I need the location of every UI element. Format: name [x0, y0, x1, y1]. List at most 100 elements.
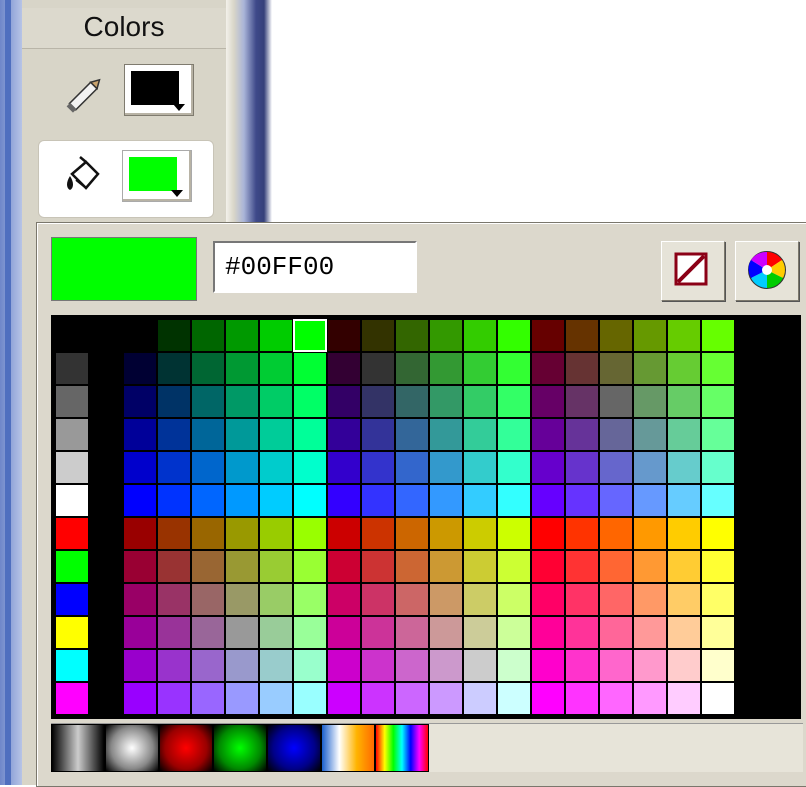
- palette-cell[interactable]: [633, 451, 667, 484]
- palette-cell[interactable]: [667, 649, 701, 682]
- palette-cell[interactable]: [327, 682, 361, 715]
- gradient-swatch-white-radial[interactable]: [105, 724, 159, 772]
- palette-cell[interactable]: [157, 385, 191, 418]
- palette-cell[interactable]: [429, 649, 463, 682]
- palette-cell[interactable]: [157, 319, 191, 352]
- palette-cell[interactable]: [429, 682, 463, 715]
- palette-cell[interactable]: [395, 418, 429, 451]
- palette-cell[interactable]: [327, 583, 361, 616]
- palette-cell[interactable]: [259, 451, 293, 484]
- color-palette-grid[interactable]: [51, 315, 801, 719]
- palette-cell[interactable]: [599, 484, 633, 517]
- palette-cell[interactable]: [667, 484, 701, 517]
- palette-cell[interactable]: [191, 517, 225, 550]
- palette-cell[interactable]: [395, 451, 429, 484]
- palette-cell[interactable]: [157, 682, 191, 715]
- palette-cell[interactable]: [429, 583, 463, 616]
- palette-cell[interactable]: [327, 319, 361, 352]
- palette-cell[interactable]: [293, 484, 327, 517]
- palette-cell[interactable]: [667, 517, 701, 550]
- gradient-swatch-grey-radial[interactable]: [51, 724, 105, 772]
- palette-cell[interactable]: [293, 352, 327, 385]
- palette-cell[interactable]: [225, 682, 259, 715]
- palette-cell[interactable]: [259, 352, 293, 385]
- palette-cell[interactable]: [395, 616, 429, 649]
- palette-cell[interactable]: [123, 583, 157, 616]
- palette-cell[interactable]: [225, 319, 259, 352]
- palette-cell[interactable]: [599, 352, 633, 385]
- palette-cell[interactable]: [259, 385, 293, 418]
- palette-cell[interactable]: [463, 550, 497, 583]
- palette-cell[interactable]: [633, 550, 667, 583]
- palette-cell[interactable]: [259, 550, 293, 583]
- palette-cell[interactable]: [463, 451, 497, 484]
- palette-cell[interactable]: [395, 682, 429, 715]
- palette-cell[interactable]: [191, 550, 225, 583]
- palette-cell[interactable]: [293, 517, 327, 550]
- palette-cell[interactable]: [55, 550, 89, 583]
- palette-cell[interactable]: [55, 352, 89, 385]
- palette-cell[interactable]: [395, 517, 429, 550]
- palette-cell[interactable]: [327, 385, 361, 418]
- palette-cell[interactable]: [157, 418, 191, 451]
- paint-bucket-icon[interactable]: [62, 154, 106, 202]
- palette-cell[interactable]: [157, 484, 191, 517]
- palette-cell[interactable]: [463, 682, 497, 715]
- palette-cell[interactable]: [565, 451, 599, 484]
- palette-cell[interactable]: [395, 484, 429, 517]
- palette-cell[interactable]: [259, 583, 293, 616]
- palette-cell[interactable]: [293, 385, 327, 418]
- palette-cell[interactable]: [327, 517, 361, 550]
- palette-cell[interactable]: [633, 682, 667, 715]
- pencil-icon[interactable]: [60, 70, 110, 120]
- palette-cell[interactable]: [225, 616, 259, 649]
- palette-cell[interactable]: [531, 385, 565, 418]
- palette-cell[interactable]: [565, 550, 599, 583]
- palette-cell[interactable]: [429, 352, 463, 385]
- palette-cell[interactable]: [463, 649, 497, 682]
- palette-cell[interactable]: [667, 451, 701, 484]
- palette-cell[interactable]: [259, 418, 293, 451]
- palette-cell[interactable]: [361, 517, 395, 550]
- palette-cell[interactable]: [259, 649, 293, 682]
- palette-cell[interactable]: [191, 583, 225, 616]
- palette-cell[interactable]: [667, 583, 701, 616]
- palette-cell[interactable]: [531, 319, 565, 352]
- palette-cell[interactable]: [531, 649, 565, 682]
- no-color-button[interactable]: [661, 241, 725, 301]
- palette-cell[interactable]: [327, 616, 361, 649]
- palette-cell[interactable]: [633, 484, 667, 517]
- palette-cell[interactable]: [327, 451, 361, 484]
- palette-cell[interactable]: [157, 451, 191, 484]
- palette-cell[interactable]: [191, 682, 225, 715]
- palette-cell[interactable]: [667, 352, 701, 385]
- palette-cell[interactable]: [55, 616, 89, 649]
- palette-cell[interactable]: [293, 418, 327, 451]
- palette-cell[interactable]: [667, 385, 701, 418]
- palette-cell[interactable]: [429, 517, 463, 550]
- palette-cell[interactable]: [599, 649, 633, 682]
- palette-cell[interactable]: [463, 583, 497, 616]
- palette-cell[interactable]: [327, 352, 361, 385]
- palette-cell[interactable]: [701, 649, 735, 682]
- palette-cell[interactable]: [55, 418, 89, 451]
- palette-cell[interactable]: [497, 352, 531, 385]
- palette-cell[interactable]: [225, 385, 259, 418]
- palette-cell[interactable]: [565, 385, 599, 418]
- palette-cell[interactable]: [259, 682, 293, 715]
- palette-cell[interactable]: [123, 649, 157, 682]
- palette-cell[interactable]: [157, 550, 191, 583]
- palette-cell[interactable]: [429, 418, 463, 451]
- palette-cell[interactable]: [157, 352, 191, 385]
- palette-cell[interactable]: [565, 484, 599, 517]
- palette-cell[interactable]: [497, 319, 531, 352]
- palette-cell[interactable]: [259, 616, 293, 649]
- gradient-swatch-red-radial[interactable]: [159, 724, 213, 772]
- palette-cell[interactable]: [361, 418, 395, 451]
- palette-cell[interactable]: [599, 682, 633, 715]
- palette-cell[interactable]: [429, 550, 463, 583]
- palette-cell[interactable]: [667, 319, 701, 352]
- palette-cell[interactable]: [497, 616, 531, 649]
- palette-cell[interactable]: [361, 649, 395, 682]
- palette-cell[interactable]: [633, 649, 667, 682]
